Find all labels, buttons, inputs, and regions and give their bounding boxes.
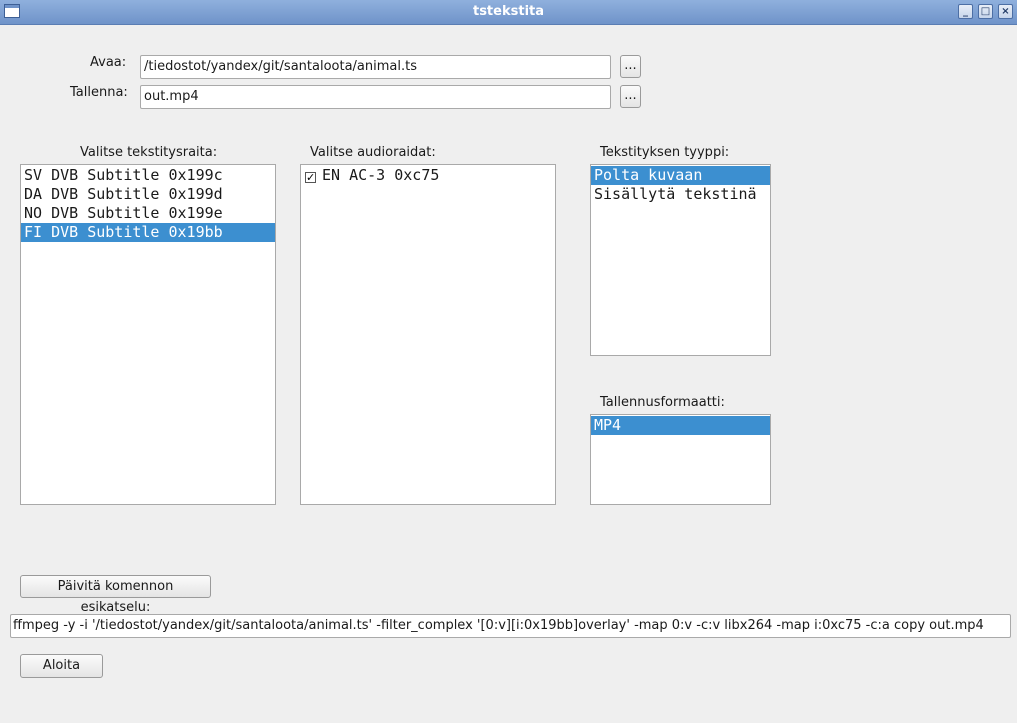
subtitle-type-label: Tekstityksen tyyppi: bbox=[600, 145, 730, 160]
subtitle-track-item[interactable]: DA DVB Subtitle 0x199d bbox=[21, 185, 275, 204]
subtitle-type-item[interactable]: Sisällytä tekstinä bbox=[591, 185, 770, 204]
audio-tracks-list[interactable]: ✓ EN AC-3 0xc75 bbox=[300, 164, 556, 505]
audio-tracks-label: Valitse audioraidat: bbox=[310, 145, 436, 160]
save-browse-button[interactable]: ... bbox=[620, 85, 641, 108]
title-bar: tstekstita _ □ × bbox=[0, 0, 1017, 25]
output-format-label: Tallennusformaatti: bbox=[600, 395, 725, 410]
subtitle-type-list[interactable]: Polta kuvaan Sisällytä tekstinä bbox=[590, 164, 771, 356]
subtitle-tracks-list[interactable]: SV DVB Subtitle 0x199c DA DVB Subtitle 0… bbox=[20, 164, 276, 505]
save-path-input[interactable]: out.mp4 bbox=[140, 85, 611, 109]
subtitle-type-item-selected[interactable]: Polta kuvaan bbox=[591, 166, 770, 185]
audio-track-label: EN AC-3 0xc75 bbox=[322, 166, 440, 184]
start-button[interactable]: Aloita bbox=[20, 654, 103, 678]
audio-track-checkbox[interactable]: ✓ bbox=[305, 172, 316, 183]
minimize-button[interactable]: _ bbox=[958, 4, 973, 19]
output-format-list[interactable]: MP4 bbox=[590, 414, 771, 505]
close-button[interactable]: × bbox=[998, 4, 1013, 19]
command-preview-field[interactable]: ffmpeg -y -i '/tiedostot/yandex/git/sant… bbox=[10, 614, 1011, 638]
window-title: tstekstita bbox=[472, 4, 545, 19]
subtitle-track-item[interactable]: NO DVB Subtitle 0x199e bbox=[21, 204, 275, 223]
subtitle-track-item-selected[interactable]: FI DVB Subtitle 0x19bb bbox=[21, 223, 275, 242]
update-preview-button[interactable]: Päivitä komennon esikatselu: bbox=[20, 575, 211, 615]
open-label: Avaa: bbox=[90, 55, 127, 70]
subtitle-track-item[interactable]: SV DVB Subtitle 0x199c bbox=[21, 166, 275, 185]
open-path-input[interactable]: /tiedostot/yandex/git/santaloota/animal.… bbox=[140, 55, 611, 79]
subtitle-tracks-label: Valitse tekstitysraita: bbox=[80, 145, 218, 160]
maximize-button[interactable]: □ bbox=[978, 4, 993, 19]
audio-track-item[interactable]: ✓ EN AC-3 0xc75 bbox=[301, 166, 555, 185]
output-format-item-selected[interactable]: MP4 bbox=[591, 416, 770, 435]
save-label: Tallenna: bbox=[70, 85, 128, 100]
open-browse-button[interactable]: ... bbox=[620, 55, 641, 78]
